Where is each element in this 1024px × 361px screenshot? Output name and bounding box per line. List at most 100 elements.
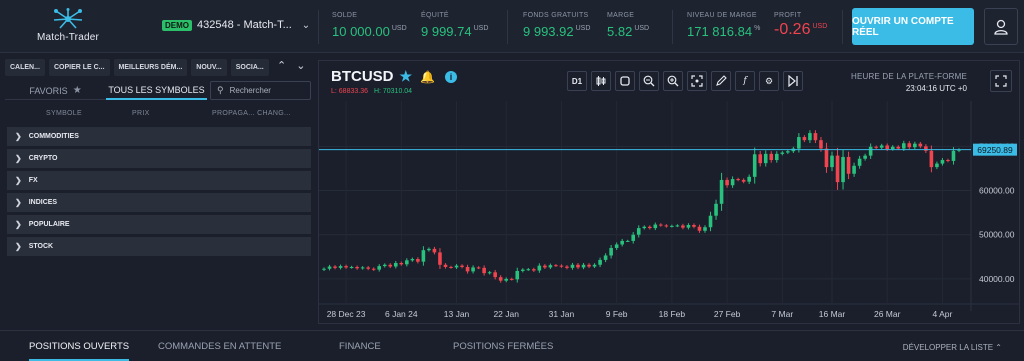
tab-news[interactable]: NOUV... — [191, 59, 227, 76]
stat-label: MARGE — [607, 12, 635, 19]
stat-label: FONDS GRATUITS — [523, 12, 589, 19]
candle-body — [697, 226, 702, 231]
x-tick-label: 4 Apr — [933, 309, 953, 319]
chevron-down-icon[interactable]: ⌄ — [296, 59, 305, 72]
candle-body — [327, 266, 332, 269]
candle-body — [322, 268, 326, 270]
tab-social[interactable]: SOCIA... — [230, 59, 269, 76]
candle-body — [780, 152, 785, 154]
candle-body — [725, 179, 729, 186]
info-icon[interactable]: i — [445, 70, 458, 83]
symbol-name: BTCUSD — [331, 68, 394, 85]
server-time-label: HEURE DE LA PLATE-FORME — [850, 72, 967, 81]
square-icon[interactable] — [615, 71, 635, 91]
pencil-icon[interactable] — [711, 71, 731, 91]
candle-body — [664, 225, 669, 227]
candle-body — [874, 146, 878, 148]
tab-pending-orders[interactable]: COMMANDES EN ATTENTE — [158, 341, 281, 352]
candle-body — [515, 270, 520, 280]
candle-body — [929, 150, 934, 168]
symbol-subtabs: FAVORIS ★ TOUS LES SYMBOLES — [5, 82, 207, 100]
candle-body — [686, 225, 691, 228]
chevron-right-icon: ❯ — [15, 242, 22, 251]
brand-logo[interactable]: Match-Trader — [28, 8, 108, 48]
chevron-right-icon: ❯ — [15, 176, 22, 185]
stat-label: ÉQUITÉ — [421, 12, 449, 19]
stat-value: -0.26 USD — [774, 21, 828, 38]
price-chart[interactable]: 40000.0050000.0060000.0070000.0028 Dec 2… — [319, 61, 1019, 323]
tab-closed-positions[interactable]: POSITIONS FERMÉES — [453, 341, 553, 352]
bell-icon[interactable]: 🔔 — [420, 70, 435, 84]
chevron-up-icon[interactable]: ⌃ — [277, 59, 286, 72]
column-header-symbol[interactable]: SYMBOLE — [46, 110, 82, 117]
candle-body — [918, 143, 923, 147]
candle-body — [763, 153, 768, 164]
candle-body — [498, 277, 503, 281]
favorite-star-icon[interactable]: ★ — [400, 68, 413, 85]
category-list: ❯ COMMODITIES ❯ CRYPTO ❯ FX ❯ INDICES ❯ POPUL… — [7, 127, 311, 259]
category-crypto[interactable]: ❯ CRYPTO — [7, 149, 311, 168]
divider — [507, 10, 508, 44]
zoom-out-icon[interactable] — [639, 71, 659, 91]
server-time: HEURE DE LA PLATE-FORME 23:04:16 UTC +0 — [827, 72, 967, 93]
candle-body — [432, 248, 437, 253]
tab-calendar[interactable]: CALEN... — [5, 59, 45, 76]
candle-body — [642, 226, 647, 229]
chevron-down-icon: ⌄ — [301, 19, 311, 31]
candle-body — [576, 264, 580, 268]
stat-label: NIVEAU DE MARGE — [687, 12, 757, 19]
high-value: H: 70310.04 — [373, 88, 413, 95]
stat-margin: MARGE 5.82 USD — [607, 12, 649, 39]
candle-body — [830, 155, 834, 168]
candles-icon[interactable] — [591, 71, 611, 91]
open-real-account-button[interactable]: OUVRIR UN COMPTE RÉEL — [852, 8, 974, 45]
account-selector[interactable]: DEMO 432548 - Match-T... ⌄ — [162, 19, 310, 31]
search-input[interactable]: ⚲ Rechercher — [210, 81, 311, 100]
candle-body — [559, 265, 564, 267]
candle-body — [587, 264, 591, 267]
stat-equity: ÉQUITÉ 9 999.74 USD — [421, 12, 488, 39]
fullscreen-icon[interactable] — [990, 70, 1012, 92]
column-header-price[interactable]: PRIX — [132, 110, 150, 117]
category-popular[interactable]: ❯ POPULAIRE — [7, 215, 311, 234]
candle-body — [786, 151, 790, 153]
candle-body — [890, 146, 895, 149]
candle-body — [405, 260, 409, 265]
candle-body — [852, 165, 856, 174]
user-profile-button[interactable] — [984, 8, 1018, 45]
candle-body — [730, 179, 735, 186]
candle-body — [487, 272, 492, 274]
x-tick-label: 9 Feb — [606, 309, 628, 319]
category-stock[interactable]: ❯ STOCK — [7, 237, 311, 256]
x-tick-label: 7 Mar — [771, 309, 793, 319]
candle-body — [338, 266, 343, 268]
category-indices[interactable]: ❯ INDICES — [7, 193, 311, 212]
tab-all-symbols[interactable]: TOUS LES SYMBOLES — [106, 82, 207, 100]
expand-list-button[interactable]: DÉVELOPPER LA LISTE ⌃ — [903, 343, 1002, 352]
tab-top-movers[interactable]: MEILLEURS DÉM... — [113, 59, 188, 76]
tab-open-positions[interactable]: POSITIONS OUVERTS — [29, 341, 130, 361]
candle-body — [736, 179, 740, 181]
skip-forward-icon[interactable] — [783, 71, 803, 91]
indicators-icon[interactable]: f — [735, 71, 755, 91]
candle-body — [333, 266, 337, 268]
fit-screen-icon[interactable] — [687, 71, 707, 91]
column-header-spread-change[interactable]: PROPAGA... CHANG... — [212, 110, 291, 117]
zoom-in-icon[interactable] — [663, 71, 683, 91]
timeframe-button[interactable]: D1 — [567, 71, 587, 91]
gear-icon[interactable]: ⚙ — [759, 71, 779, 91]
tab-finance[interactable]: FINANCE — [339, 341, 381, 352]
tab-copy-trading[interactable]: COPIER LE C... — [48, 59, 110, 76]
tab-favorites[interactable]: FAVORIS ★ — [5, 82, 106, 100]
category-commodities[interactable]: ❯ COMMODITIES — [7, 127, 311, 146]
candle-body — [355, 266, 359, 269]
current-price-label: 69250.89 — [977, 145, 1013, 155]
x-tick-label: 28 Dec 23 — [327, 309, 366, 319]
category-fx[interactable]: ❯ FX — [7, 171, 311, 190]
chevron-right-icon: ❯ — [15, 198, 22, 207]
candle-body — [476, 267, 481, 269]
candle-body — [741, 179, 746, 182]
x-tick-label: 18 Feb — [659, 309, 686, 319]
candle-body — [460, 265, 464, 267]
candle-body — [692, 225, 696, 227]
